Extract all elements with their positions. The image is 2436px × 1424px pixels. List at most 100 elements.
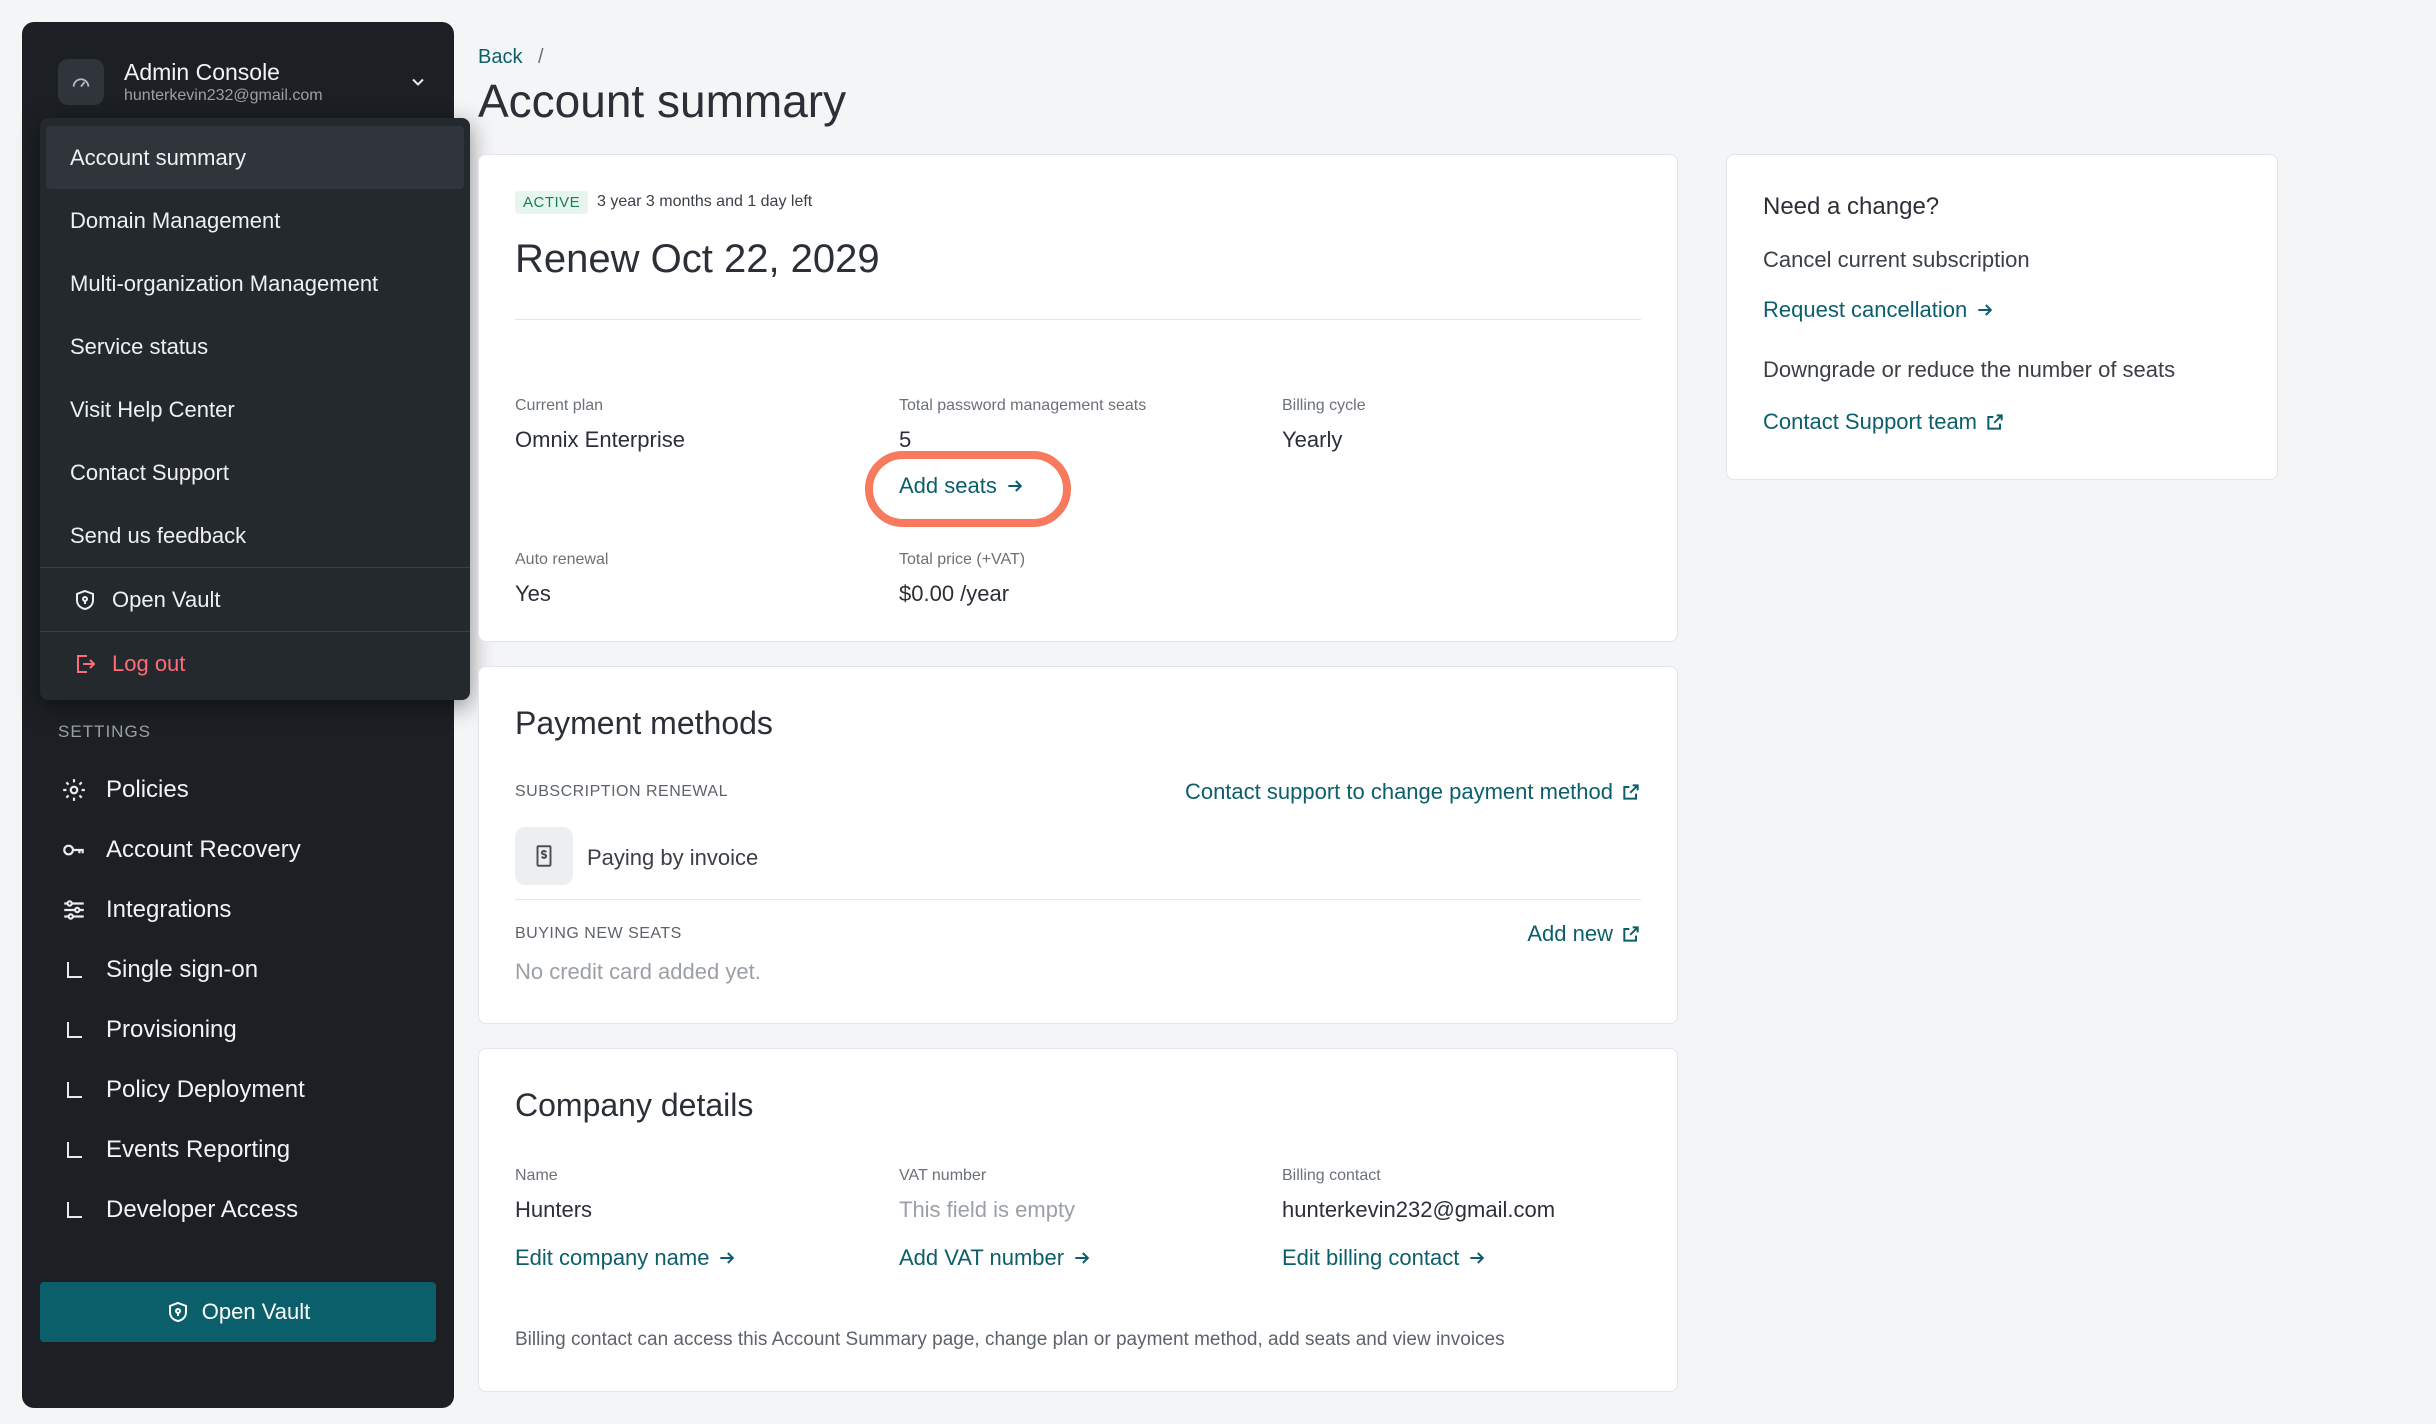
subscription-card: ACTIVE 3 year 3 months and 1 day left Re… [478, 154, 1678, 642]
subitem-icon [58, 1014, 90, 1046]
auto-renewal-value: Yes [515, 581, 551, 606]
menu-item-log-out[interactable]: Log out [46, 632, 464, 695]
edit-billing-contact-label: Edit billing contact [1282, 1245, 1460, 1270]
sidebar-item-provisioning[interactable]: Provisioning [58, 1000, 438, 1060]
arrow-right-icon [1978, 304, 1993, 316]
menu-item-multi-organization-management[interactable]: Multi-organization Management [46, 252, 464, 315]
gear-icon [58, 774, 90, 806]
company-details-title: Company details [515, 1087, 754, 1123]
sidebar-item-policies[interactable]: Policies [58, 760, 438, 820]
sidebar-item-integrations[interactable]: Integrations [58, 880, 438, 940]
subitem-icon [58, 954, 90, 986]
add-new-label: Add new [1527, 921, 1613, 946]
open-vault-label: Open Vault [201, 1299, 311, 1324]
logout-icon [70, 649, 100, 679]
add-seats-link[interactable]: Add seats [899, 473, 1025, 499]
menu-item-domain-management[interactable]: Domain Management [46, 189, 464, 252]
billing-contact-label: Billing contact [1282, 1167, 1381, 1184]
sidebar-item-label: Account Recovery [106, 836, 301, 863]
shield-icon [70, 585, 100, 615]
add-vat-number-link[interactable]: Add VAT number [899, 1245, 1092, 1271]
sidebar-item-label: Policy Deployment [106, 1076, 305, 1103]
sidebar-item-label: Policies [106, 776, 189, 803]
billing-cycle-value: Yearly [1282, 427, 1343, 452]
company-details-card: Company details Name Hunters Edit compan… [478, 1048, 1678, 1392]
buying-new-seats-label: BUYING NEW SEATS [515, 925, 682, 942]
external-link-icon [1623, 784, 1639, 800]
add-new-card-link[interactable]: Add new [1527, 921, 1641, 947]
subitem-icon [58, 1194, 90, 1226]
settings-nav: Policies Account Recovery Integrations S… [58, 760, 438, 1240]
arrow-right-icon [720, 1252, 735, 1264]
sidebar-item-label: Developer Access [106, 1196, 299, 1223]
console-switcher[interactable]: Admin Console hunterkevin232@gmail.com [58, 48, 430, 116]
need-a-change-card: Need a change? Cancel current subscripti… [1726, 154, 2278, 480]
auto-renewal-label: Auto renewal [515, 551, 609, 568]
subitem-icon [58, 1134, 90, 1166]
subscription-renewal-label: SUBSCRIPTION RENEWAL [515, 783, 728, 800]
downgrade-text: Downgrade or reduce the number of seats [1763, 357, 2176, 382]
invoice-icon [515, 827, 573, 885]
edit-billing-contact-link[interactable]: Edit billing contact [1282, 1245, 1487, 1271]
no-credit-card-text: No credit card added yet. [515, 959, 761, 984]
renew-date: Renew Oct 22, 2029 [515, 237, 880, 281]
company-name-value: Hunters [515, 1197, 593, 1222]
sidebar-item-events-reporting[interactable]: Events Reporting [58, 1120, 438, 1180]
request-cancellation-link[interactable]: Request cancellation [1763, 297, 1995, 323]
contact-support-payment-label: Contact support to change payment method [1184, 779, 1613, 804]
contact-support-payment-link[interactable]: Contact support to change payment method [1185, 779, 1641, 805]
status-badge: ACTIVE [515, 191, 589, 214]
gauge-icon [58, 59, 104, 105]
open-vault-button[interactable]: Open Vault [40, 1282, 436, 1342]
payment-methods-card: Payment methods SUBSCRIPTION RENEWAL Con… [478, 666, 1678, 1024]
page-title: Account summary [478, 75, 847, 127]
external-link-icon [1623, 926, 1639, 942]
sidebar-item-label: Provisioning [106, 1016, 237, 1043]
request-cancellation-label: Request cancellation [1763, 297, 1968, 322]
need-a-change-title: Need a change? [1763, 193, 1940, 220]
sidebar-item-developer-access[interactable]: Developer Access [58, 1180, 438, 1240]
arrow-right-icon [1470, 1252, 1485, 1264]
add-seats-label: Add seats [899, 473, 997, 498]
company-name-label: Name [515, 1167, 558, 1184]
chevron-down-icon[interactable] [406, 70, 430, 94]
menu-item-open-vault[interactable]: Open Vault [46, 568, 464, 631]
sliders-icon [58, 894, 90, 926]
paying-by-invoice-text: Paying by invoice [587, 845, 759, 870]
add-vat-number-label: Add VAT number [899, 1245, 1065, 1270]
subitem-icon [58, 1074, 90, 1106]
contact-support-team-label: Contact Support team [1763, 409, 1978, 434]
breadcrumb-back-link[interactable]: Back [478, 46, 522, 68]
vat-number-label: VAT number [899, 1167, 987, 1184]
menu-item-account-summary[interactable]: Account summary [46, 126, 464, 189]
cancel-subscription-text: Cancel current subscription [1763, 247, 2030, 272]
card-divider [515, 319, 1641, 320]
sidebar-item-label: Integrations [106, 896, 232, 923]
edit-company-name-label: Edit company name [515, 1245, 710, 1270]
current-plan-value: Omnix Enterprise [515, 427, 685, 452]
edit-company-name-link[interactable]: Edit company name [515, 1245, 737, 1271]
payment-methods-title: Payment methods [515, 705, 773, 741]
menu-item-contact-support[interactable]: Contact Support [46, 441, 464, 504]
breadcrumb: Back / [478, 46, 544, 69]
billing-contact-footnote: Billing contact can access this Account … [515, 1329, 1505, 1350]
console-dropdown-menu: Account summary Domain Management Multi-… [40, 118, 470, 700]
sidebar-item-single-sign-on[interactable]: Single sign-on [58, 940, 438, 1000]
key-icon [58, 834, 90, 866]
seats-value: 5 [899, 427, 912, 452]
sidebar-item-label: Events Reporting [106, 1136, 291, 1163]
sidebar-item-label: Single sign-on [106, 956, 259, 983]
sidebar-item-policy-deployment[interactable]: Policy Deployment [58, 1060, 438, 1120]
total-price-label: Total price (+VAT) [899, 551, 1026, 568]
settings-section-label: SETTINGS [58, 722, 152, 741]
console-info: Admin Console hunterkevin232@gmail.com [124, 58, 406, 106]
vat-number-value: This field is empty [899, 1197, 1076, 1222]
menu-item-visit-help-center[interactable]: Visit Help Center [46, 378, 464, 441]
current-plan-label: Current plan [515, 397, 604, 414]
menu-item-service-status[interactable]: Service status [46, 315, 464, 378]
total-price-value: $0.00 /year [899, 581, 1010, 606]
sidebar-item-account-recovery[interactable]: Account Recovery [58, 820, 438, 880]
card-divider [515, 899, 1641, 900]
contact-support-team-link[interactable]: Contact Support team [1763, 409, 2005, 435]
menu-item-send-feedback[interactable]: Send us feedback [46, 504, 464, 567]
